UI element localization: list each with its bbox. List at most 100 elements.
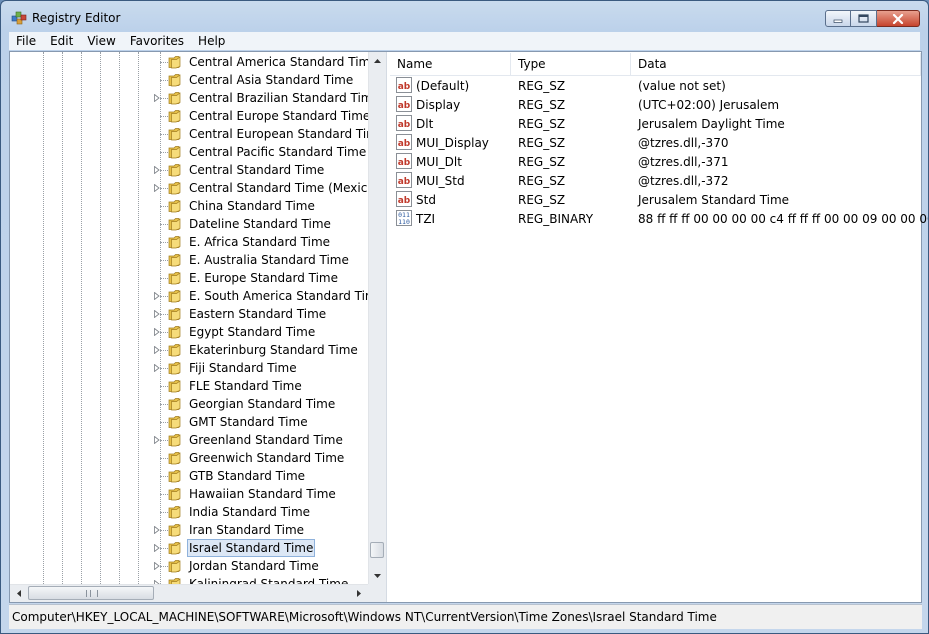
tree-node[interactable]: India Standard Time xyxy=(10,503,370,521)
title-bar[interactable]: Registry Editor xyxy=(1,1,928,31)
tree-node-label: Central Brazilian Standard Time xyxy=(189,91,370,105)
tree-hscroll-thumb[interactable] xyxy=(28,586,154,600)
tree-node[interactable]: Kaliningrad Standard Time xyxy=(10,575,370,584)
column-data[interactable]: Data xyxy=(631,53,921,75)
tree-node[interactable]: Greenland Standard Time xyxy=(10,431,370,449)
value-row[interactable]: ab MUI_Display REG_SZ @tzres.dll,-370 xyxy=(390,133,920,152)
tree-node[interactable]: E. Europe Standard Time xyxy=(10,269,370,287)
tree-connector-line xyxy=(160,242,168,243)
tree-connector-line xyxy=(160,530,168,531)
tree-node[interactable]: E. Africa Standard Time xyxy=(10,233,370,251)
binary-value-icon: 011110 xyxy=(396,210,412,226)
tree-node[interactable]: FLE Standard Time xyxy=(10,377,370,395)
tree-node-label: Hawaiian Standard Time xyxy=(189,487,336,501)
tree-node-label: Israel Standard Time xyxy=(186,539,316,557)
tree-horizontal-scrollbar[interactable] xyxy=(10,584,368,602)
value-name: Std xyxy=(416,193,436,207)
tree-node[interactable]: E. Australia Standard Time xyxy=(10,251,370,269)
column-name[interactable]: Name xyxy=(390,53,511,75)
tree-node[interactable]: Israel Standard Time xyxy=(10,539,370,557)
value-row[interactable]: ab (Default) REG_SZ (value not set) xyxy=(390,76,920,95)
tree-node[interactable]: Central Standard Time xyxy=(10,161,370,179)
scroll-left-button[interactable] xyxy=(10,585,27,602)
tree-node[interactable]: E. South America Standard Time xyxy=(10,287,370,305)
folder-icon xyxy=(168,182,181,195)
value-name: MUI_Std xyxy=(416,174,465,188)
value-row[interactable]: ab Std REG_SZ Jerusalem Standard Time xyxy=(390,190,920,209)
tree-connector-line xyxy=(160,494,168,495)
folder-icon xyxy=(168,434,181,447)
minimize-button[interactable] xyxy=(825,10,851,27)
menu-favorites[interactable]: Favorites xyxy=(123,32,191,50)
tree-node[interactable]: Hawaiian Standard Time xyxy=(10,485,370,503)
tree-node-label: E. Australia Standard Time xyxy=(189,253,349,267)
tree-node[interactable]: Central European Standard Time xyxy=(10,125,370,143)
tree-connector-line xyxy=(160,476,168,477)
tree-node-label: Egypt Standard Time xyxy=(189,325,316,339)
tree-node[interactable]: Fiji Standard Time xyxy=(10,359,370,377)
column-type[interactable]: Type xyxy=(511,53,631,75)
tree-node[interactable]: Central Brazilian Standard Time xyxy=(10,89,370,107)
tree-scroll-thumb[interactable] xyxy=(370,542,384,558)
tree-node[interactable]: China Standard Time xyxy=(10,197,370,215)
menu-view[interactable]: View xyxy=(80,32,122,50)
maximize-button[interactable] xyxy=(851,10,877,27)
tree-node[interactable]: Iran Standard Time xyxy=(10,521,370,539)
tree-node[interactable]: Central Standard Time (Mexico) xyxy=(10,179,370,197)
tree-connector-line xyxy=(160,224,168,225)
tree-connector-line xyxy=(160,386,168,387)
window-controls xyxy=(825,10,920,27)
value-type: REG_SZ xyxy=(518,193,566,207)
tree-node[interactable]: Central Pacific Standard Time xyxy=(10,143,370,161)
scroll-up-button[interactable] xyxy=(369,52,386,69)
tree-node-label: Dateline Standard Time xyxy=(189,217,331,231)
tree-node-label: Iran Standard Time xyxy=(189,523,305,537)
value-row[interactable]: ab Dlt REG_SZ Jerusalem Daylight Time xyxy=(390,114,920,133)
value-name: MUI_Dlt xyxy=(416,155,462,169)
value-row[interactable]: 011 110 TZI REG_BINARY 88 ff ff ff 00 00 00 … xyxy=(390,209,928,228)
maximize-icon xyxy=(858,14,869,23)
tree-vertical-scrollbar[interactable] xyxy=(368,52,386,584)
folder-icon xyxy=(168,506,181,519)
close-button[interactable] xyxy=(877,10,920,27)
value-row[interactable]: ab MUI_Std REG_SZ @tzres.dll,-372 xyxy=(390,171,920,190)
value-data: @tzres.dll,-370 xyxy=(638,136,729,150)
folder-icon xyxy=(168,470,181,483)
tree-node[interactable]: Central America Standard Time xyxy=(10,53,370,71)
scroll-right-button[interactable] xyxy=(350,585,367,602)
tree-node[interactable]: Central Asia Standard Time xyxy=(10,71,370,89)
tree-node[interactable]: Egypt Standard Time xyxy=(10,323,370,341)
value-row[interactable]: ab Display REG_SZ (UTC+02:00) Jerusalem xyxy=(390,95,920,114)
tree-node[interactable]: Ekaterinburg Standard Time xyxy=(10,341,370,359)
svg-text:110: 110 xyxy=(398,218,410,226)
scroll-down-button[interactable] xyxy=(369,567,386,584)
tree-node[interactable]: GTB Standard Time xyxy=(10,467,370,485)
tree-connector-line xyxy=(160,350,168,351)
menu-file[interactable]: File xyxy=(9,32,43,50)
tree-node[interactable]: Greenwich Standard Time xyxy=(10,449,370,467)
value-row[interactable]: ab MUI_Dlt REG_SZ @tzres.dll,-371 xyxy=(390,152,920,171)
tree-connector-line xyxy=(160,278,168,279)
folder-icon xyxy=(168,488,181,501)
value-name: Display xyxy=(416,98,461,112)
folder-icon xyxy=(168,542,181,555)
tree-node[interactable]: Jordan Standard Time xyxy=(10,557,370,575)
menu-edit[interactable]: Edit xyxy=(43,32,80,50)
folder-icon xyxy=(168,56,181,69)
value-data: @tzres.dll,-371 xyxy=(638,155,729,169)
tree-node-label: Fiji Standard Time xyxy=(189,361,297,375)
value-name: TZI xyxy=(416,212,436,226)
tree-node[interactable]: Central Europe Standard Time xyxy=(10,107,370,125)
registry-editor-icon xyxy=(11,11,27,25)
tree-node[interactable]: Georgian Standard Time xyxy=(10,395,370,413)
tree-node[interactable]: GMT Standard Time xyxy=(10,413,370,431)
svg-text:ab: ab xyxy=(398,196,411,206)
registry-editor-window: Registry Editor File Edit View Favorites… xyxy=(0,0,929,634)
tree-node-label: Central Asia Standard Time xyxy=(189,73,354,87)
tree-node[interactable]: Dateline Standard Time xyxy=(10,215,370,233)
tree-node-label: Jordan Standard Time xyxy=(189,559,319,573)
folder-icon xyxy=(168,362,181,375)
tree-node[interactable]: Eastern Standard Time xyxy=(10,305,370,323)
string-value-icon: ab xyxy=(396,191,412,207)
menu-help[interactable]: Help xyxy=(191,32,232,50)
